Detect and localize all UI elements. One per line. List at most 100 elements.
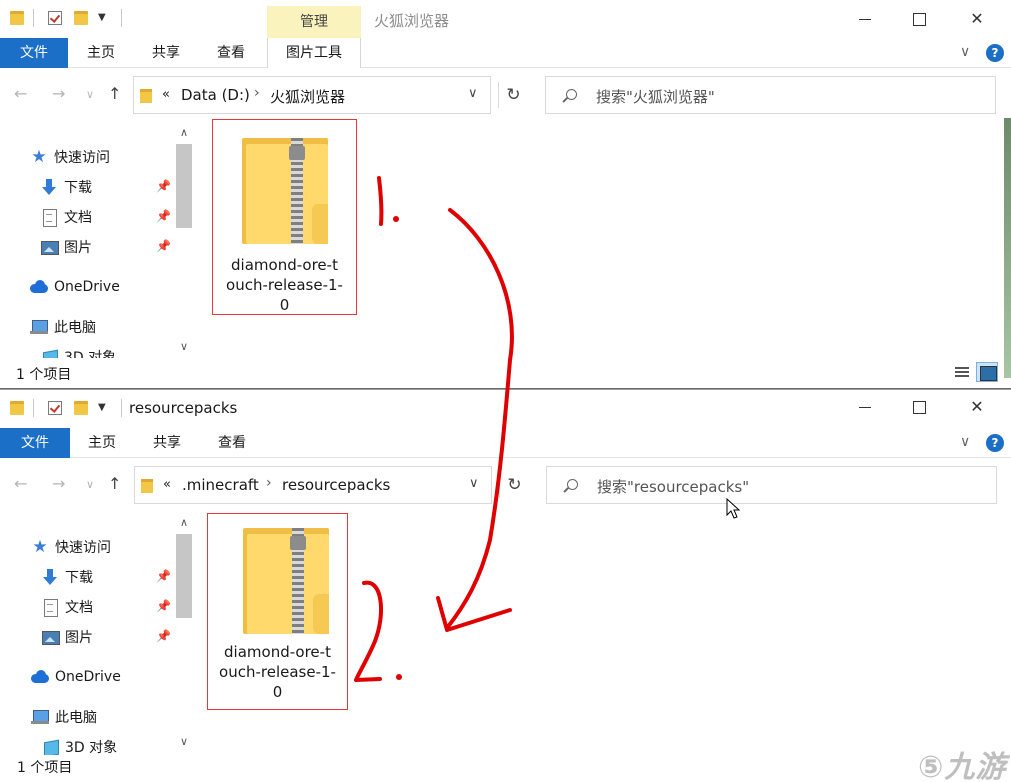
tab-picture-tools[interactable]: 图片工具: [267, 38, 361, 68]
sidebar-item-documents[interactable]: 文档: [41, 596, 93, 618]
sidebar-item-onedrive[interactable]: OneDrive: [31, 666, 121, 688]
close-button[interactable]: ✕: [954, 392, 1000, 422]
sidebar-item-this-pc[interactable]: 此电脑: [30, 316, 96, 338]
file-name-line: 0: [279, 296, 290, 314]
download-icon: [41, 568, 59, 586]
tab-file[interactable]: 文件: [0, 428, 70, 458]
address-bar[interactable]: « Data (D:) › 火狐浏览器 ∨: [133, 76, 491, 114]
tab-view[interactable]: 查看: [208, 38, 254, 68]
breadcrumb-item-minecraft[interactable]: .minecraft: [182, 476, 259, 494]
file-name-line: diamond-ore-t: [224, 643, 331, 661]
help-icon[interactable]: ?: [986, 44, 1004, 62]
separator: [121, 9, 122, 27]
tab-home[interactable]: 主页: [78, 38, 124, 68]
sidebar-item-quick-access[interactable]: ★ 快速访问: [31, 536, 111, 558]
forward-arrow-icon[interactable]: →: [52, 474, 65, 493]
properties-icon[interactable]: [48, 401, 62, 415]
sidebar-item-3d-objects[interactable]: 3D 对象: [40, 346, 116, 358]
status-item-count: 1 个项目: [16, 367, 72, 383]
quick-access-dropdown-icon[interactable]: ▼: [98, 12, 106, 23]
breadcrumb-overflow[interactable]: «: [162, 87, 170, 102]
chevron-right-icon[interactable]: ›: [254, 85, 260, 101]
recent-dropdown-icon[interactable]: ∨: [86, 88, 94, 101]
sidebar-scrollbar[interactable]: ∧ ∨: [173, 510, 195, 755]
download-icon: [40, 178, 58, 196]
breadcrumb-item-resourcepacks[interactable]: resourcepacks: [282, 476, 390, 494]
address-dropdown-icon[interactable]: ∨: [469, 476, 479, 491]
new-folder-icon[interactable]: [74, 11, 88, 25]
file-item-zip[interactable]: diamond-ore-t ouch-release-1- 0: [207, 513, 348, 710]
tab-share[interactable]: 共享: [143, 38, 189, 68]
tab-manage[interactable]: 管理: [267, 6, 361, 38]
sidebar-item-3d-objects[interactable]: 3D 对象: [41, 736, 117, 755]
separator: [33, 9, 34, 27]
search-box[interactable]: 搜索"火狐浏览器": [545, 76, 996, 114]
sidebar-item-downloads[interactable]: 下载: [41, 566, 93, 588]
up-arrow-icon[interactable]: ↑: [108, 474, 121, 493]
scroll-thumb[interactable]: [176, 534, 192, 618]
breadcrumb-overflow[interactable]: «: [163, 477, 171, 492]
forward-arrow-icon[interactable]: →: [52, 84, 65, 103]
folder-icon: [10, 401, 24, 415]
maximize-button[interactable]: [896, 4, 942, 34]
pin-icon: 📌: [156, 179, 171, 193]
scroll-up-icon[interactable]: ∧: [173, 514, 195, 532]
tab-home[interactable]: 主页: [79, 428, 125, 458]
sidebar-item-quick-access[interactable]: ★ 快速访问: [30, 146, 110, 168]
search-box[interactable]: 搜索"resourcepacks": [546, 466, 997, 504]
file-item-zip[interactable]: diamond-ore-t ouch-release-1- 0: [212, 119, 357, 315]
search-input[interactable]: 搜索"resourcepacks": [597, 476, 749, 497]
breadcrumb-item-drive[interactable]: Data (D:): [181, 86, 250, 104]
minimize-button[interactable]: [842, 392, 888, 422]
separator: [33, 399, 34, 417]
folder-icon: [10, 11, 24, 25]
refresh-icon[interactable]: ↻: [498, 82, 528, 108]
separator: [121, 399, 122, 417]
tab-share[interactable]: 共享: [144, 428, 190, 458]
scroll-down-icon[interactable]: ∨: [173, 733, 195, 751]
new-folder-icon[interactable]: [74, 401, 88, 415]
sidebar-item-pictures[interactable]: 图片: [41, 626, 93, 648]
tab-view[interactable]: 查看: [209, 428, 255, 458]
navigation-bar: ← → ∨ ↑ « .minecraft › resourcepacks ∨ ↻…: [0, 464, 1011, 506]
breadcrumb-item-folder[interactable]: 火狐浏览器: [270, 86, 345, 107]
quick-access-dropdown-icon[interactable]: ▼: [98, 402, 106, 413]
properties-icon[interactable]: [48, 11, 62, 25]
chevron-down-icon[interactable]: ∨: [960, 44, 970, 60]
address-bar[interactable]: « .minecraft › resourcepacks ∨: [134, 466, 492, 504]
details-view-icon[interactable]: [950, 362, 972, 382]
sidebar-item-onedrive[interactable]: OneDrive: [30, 276, 120, 298]
maximize-button[interactable]: [896, 392, 942, 422]
up-arrow-icon[interactable]: ↑: [108, 84, 121, 103]
chevron-down-icon[interactable]: ∨: [960, 434, 970, 450]
sidebar-item-documents[interactable]: 文档: [40, 206, 92, 228]
tab-file[interactable]: 文件: [0, 38, 68, 68]
star-icon: ★: [31, 147, 47, 167]
refresh-icon[interactable]: ↻: [499, 472, 529, 498]
sidebar-scrollbar[interactable]: ∧ ∨: [173, 120, 195, 358]
star-icon: ★: [32, 537, 48, 557]
cloud-icon: [31, 668, 49, 686]
scroll-down-icon[interactable]: ∨: [173, 338, 195, 356]
scroll-thumb[interactable]: [176, 144, 192, 228]
close-button[interactable]: ✕: [954, 4, 1000, 34]
sidebar-item-downloads[interactable]: 下载: [40, 176, 92, 198]
help-icon[interactable]: ?: [986, 434, 1004, 452]
sidebar-item-pictures[interactable]: 图片: [40, 236, 92, 258]
search-icon: [566, 89, 577, 100]
sidebar-item-this-pc[interactable]: 此电脑: [31, 706, 97, 728]
cube-icon: [41, 738, 59, 755]
recent-dropdown-icon[interactable]: ∨: [86, 478, 94, 491]
minimize-button[interactable]: [842, 4, 888, 34]
folder-icon: [140, 89, 152, 103]
large-icons-view-icon[interactable]: [976, 362, 998, 382]
chevron-right-icon[interactable]: ›: [266, 475, 272, 491]
search-input[interactable]: 搜索"火狐浏览器": [596, 86, 715, 107]
scroll-up-icon[interactable]: ∧: [173, 124, 195, 142]
pin-icon: 📌: [156, 629, 171, 643]
computer-icon: [30, 318, 48, 336]
back-arrow-icon[interactable]: ←: [14, 84, 27, 103]
back-arrow-icon[interactable]: ←: [14, 474, 27, 493]
address-dropdown-icon[interactable]: ∨: [468, 86, 478, 101]
explorer-window-firefox: ▼ 管理 火狐浏览器 ✕ 文件 主页 共享 查看 图片工具 ∨ ? ← → ∨ …: [0, 0, 1011, 389]
